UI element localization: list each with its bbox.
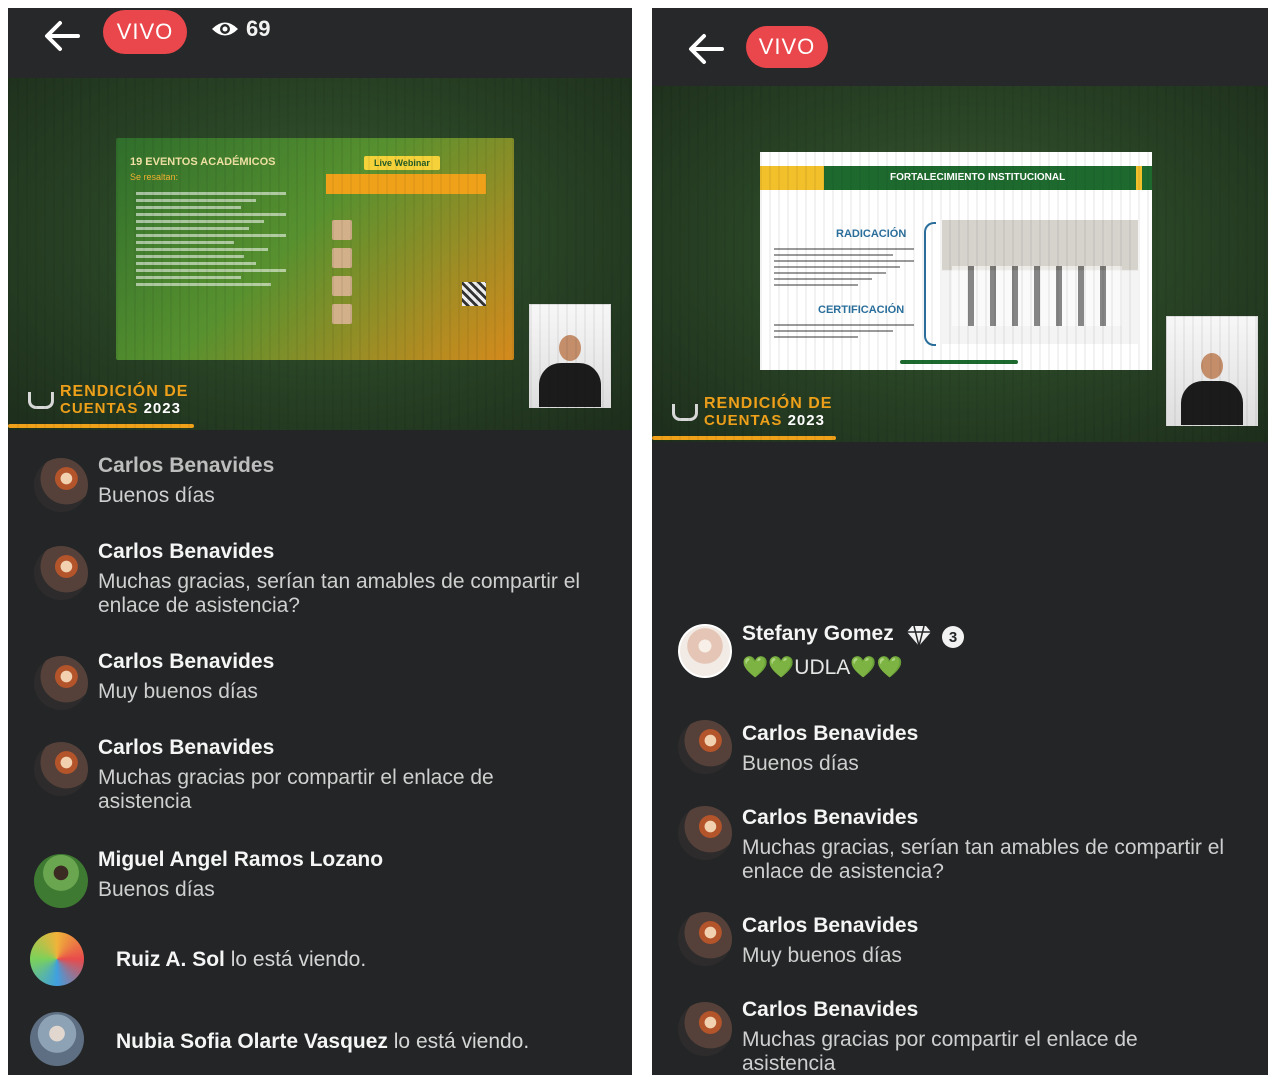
chat-author[interactable]: Stefany Gomez [742,622,894,646]
slide-footer [900,360,1018,364]
slide-accent [1136,166,1142,190]
chat-author[interactable]: Carlos Benavides [742,722,918,746]
slide-subheading: Se resaltan: [130,172,179,182]
chat-author[interactable]: Miguel Angel Ramos Lozano [98,848,383,872]
avatar[interactable] [678,912,732,966]
chat-feed[interactable]: Stefany Gomez 3 💚💚UDLA💚💚 Carlos Benavide… [652,442,1268,1075]
chat-author[interactable]: Carlos Benavides [742,998,918,1022]
chat-feed[interactable]: Carlos Benavides Buenos días Carlos Bena… [8,430,632,1075]
live-stream-screen-right: VIVO FORTALECIMIENTO INSTITUCIONAL RADIC… [652,8,1268,1075]
brand-underline [8,424,194,428]
join-text: Nubia Sofia Olarte Vasquez lo está viend… [116,1030,529,1054]
speaker-photo [332,248,352,268]
brand-year: 2023 [787,412,825,429]
meeting-photo [942,220,1138,344]
chat-author[interactable]: Carlos Benavides [98,540,274,564]
interpreter-figure [539,335,601,407]
chat-author[interactable]: Carlos Benavides [98,650,274,674]
qr-code [462,282,486,306]
slide-heading-radicacion: RADICACIÓN [836,228,907,240]
brand-year: 2023 [143,400,181,417]
chat-text: Muy buenos días [742,944,902,967]
live-webinar-badge: Live Webinar [364,156,440,170]
brand-line1: RENDICIÓN DE [60,383,189,400]
viewer-count: 69 [210,16,270,42]
join-action: lo está viendo. [393,1030,530,1053]
slide-text [774,244,914,290]
slide-header: FORTALECIMIENTO INSTITUCIONAL [890,172,1066,183]
slide-banner [326,174,486,194]
avatar[interactable] [30,1012,84,1066]
sign-language-interpreter [529,304,611,408]
live-badge: VIVO [746,26,828,68]
chat-text: 💚💚UDLA💚💚 [742,656,903,679]
avatar[interactable] [678,720,732,774]
university-emblem-icon [26,388,54,412]
avatar[interactable] [678,1002,732,1056]
interpreter-figure [1181,353,1243,425]
chat-author[interactable]: Carlos Benavides [742,806,918,830]
brand-line2: CUENTAS [60,400,139,417]
brand-line1: RENDICIÓN DE [704,395,833,412]
chat-text: Buenos días [98,484,215,507]
arrow-left-icon[interactable] [682,26,730,72]
brand-line2: CUENTAS [704,412,783,429]
presentation-slide: 19 EVENTOS ACADÉMICOS Se resaltan: Live … [116,138,514,360]
chat-text: Muy buenos días [98,680,258,703]
live-stream-screen-left: VIVO 69 19 EVENTOS ACADÉMICOS Se resalta… [8,8,632,1075]
slide-text [774,320,914,342]
avatar[interactable] [34,656,88,710]
eye-icon [212,22,238,36]
chat-author[interactable]: Carlos Benavides [742,914,918,938]
avatar[interactable] [34,742,88,796]
chat-text: Muchas gracias, serían tan amables de co… [742,836,1225,883]
chat-text: Muchas gracias por compartir el enlace d… [742,1028,1138,1075]
chat-text: Buenos días [98,878,215,901]
slide-bullets [136,188,286,290]
avatar[interactable] [30,932,84,986]
chat-text: Buenos días [742,752,859,775]
slide-brace [924,222,936,346]
slide-accent [760,166,824,190]
chat-text: Muchas gracias por compartir el enlace d… [98,766,494,813]
top-bar: VIVO 69 [8,8,632,78]
slide-heading-certificacion: CERTIFICACIÓN [818,304,905,316]
join-user[interactable]: Ruiz A. Sol [116,948,225,971]
speaker-photo [332,220,352,240]
avatar[interactable] [678,806,732,860]
speaker-photo [332,304,352,324]
video-stream[interactable]: FORTALECIMIENTO INSTITUCIONAL RADICACIÓN… [652,86,1268,442]
badge-count: 3 [942,626,964,648]
chat-author[interactable]: Carlos Benavides [98,736,274,760]
top-bar: VIVO [652,8,1268,86]
video-stream[interactable]: 19 EVENTOS ACADÉMICOS Se resaltan: Live … [8,78,632,430]
brand-logo: RENDICIÓN DE CUENTAS 2023 [670,396,832,428]
arrow-left-icon[interactable] [38,13,86,59]
join-user[interactable]: Nubia Sofia Olarte Vasquez [116,1030,388,1053]
viewer-count-value: 69 [246,16,271,41]
brand-logo: RENDICIÓN DE CUENTAS 2023 [26,384,188,416]
speaker-photo [332,276,352,296]
diamond-icon [907,625,931,647]
avatar[interactable] [34,854,88,908]
avatar[interactable] [34,458,88,512]
live-badge: VIVO [103,10,187,54]
join-text: Ruiz A. Sol lo está viendo. [116,948,366,972]
brand-underline [652,436,836,440]
sign-language-interpreter [1166,316,1258,426]
chat-author[interactable]: Carlos Benavides [98,454,274,478]
join-action: lo está viendo. [230,948,367,971]
chat-text: Muchas gracias, serían tan amables de co… [98,570,581,617]
presentation-slide: FORTALECIMIENTO INSTITUCIONAL RADICACIÓN… [760,152,1152,370]
avatar[interactable] [678,624,732,678]
avatar[interactable] [34,546,88,600]
university-emblem-icon [670,400,698,424]
slide-heading: 19 EVENTOS ACADÉMICOS [130,156,276,168]
slide-header-bar: FORTALECIMIENTO INSTITUCIONAL [760,166,1152,190]
